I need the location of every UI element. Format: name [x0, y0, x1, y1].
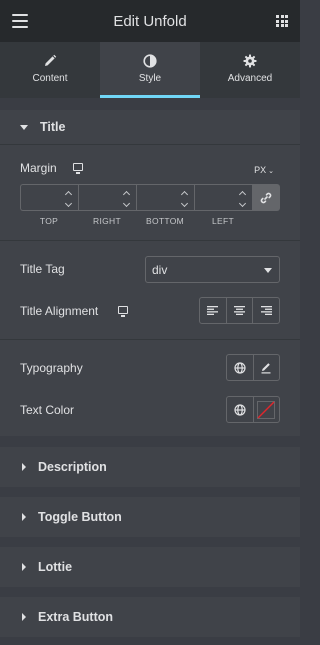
- link-values-button[interactable]: [252, 184, 280, 211]
- tab-label: Content: [32, 73, 68, 84]
- section-label: Description: [38, 460, 107, 474]
- text-color-controls: [226, 396, 280, 423]
- section-title-header[interactable]: Title: [0, 110, 300, 144]
- margin-left-input[interactable]: [194, 184, 252, 211]
- globe-icon: [234, 403, 246, 416]
- global-color-button[interactable]: [227, 397, 254, 422]
- link-icon: [260, 192, 272, 203]
- align-center-icon: [234, 306, 245, 315]
- contrast-icon: [143, 54, 157, 68]
- field-label: LEFT: [212, 216, 234, 226]
- monitor-icon[interactable]: [73, 163, 83, 174]
- align-right-button[interactable]: [253, 298, 279, 323]
- field-label: BOTTOM: [145, 216, 184, 226]
- tab-advanced[interactable]: Advanced: [200, 42, 300, 98]
- edit-typography-button[interactable]: [254, 355, 280, 380]
- title-tag-select[interactable]: div: [145, 256, 280, 283]
- unit-label: PX: [254, 165, 267, 175]
- chevron-down-icon: ⌄: [268, 168, 274, 175]
- divider: [0, 144, 300, 145]
- caret-right-icon: [22, 563, 26, 571]
- section-toggle-button[interactable]: Toggle Button: [0, 497, 300, 537]
- section-label: Toggle Button: [38, 510, 122, 524]
- monitor-icon[interactable]: [118, 306, 128, 317]
- spinner-icon[interactable]: [122, 190, 131, 208]
- margin-dimensions: [20, 184, 280, 211]
- divider: [0, 240, 300, 241]
- title-tag-label: Title Tag: [20, 262, 65, 276]
- section-extra-button[interactable]: Extra Button: [0, 597, 300, 637]
- caret-right-icon: [22, 613, 26, 621]
- title-alignment-label: Title Alignment: [20, 304, 99, 318]
- align-left-icon: [207, 306, 219, 315]
- text-color-label: Text Color: [20, 403, 75, 417]
- tab-label: Advanced: [227, 73, 273, 84]
- field-label: RIGHT: [93, 216, 121, 226]
- section-label: Title: [40, 120, 66, 134]
- globe-icon: [234, 361, 246, 374]
- spinner-icon[interactable]: [64, 190, 73, 208]
- apps-grid-icon[interactable]: [276, 15, 288, 27]
- hamburger-icon[interactable]: [12, 14, 28, 28]
- spinner-icon[interactable]: [238, 190, 247, 208]
- editor-header: Edit Unfold: [0, 0, 300, 42]
- align-left-button[interactable]: [200, 298, 227, 323]
- section-label: Lottie: [38, 560, 73, 574]
- pencil-icon: [261, 362, 271, 373]
- margin-right-input[interactable]: [78, 184, 136, 211]
- caret-right-icon: [22, 463, 26, 471]
- gear-icon: [243, 54, 257, 68]
- caret-down-icon: [20, 124, 28, 130]
- caret-right-icon: [22, 513, 26, 521]
- tab-label: Style: [138, 73, 162, 84]
- margin-bottom-input[interactable]: [136, 184, 194, 211]
- typography-label: Typography: [20, 361, 83, 375]
- panel-tabs: Content Style Advanced: [0, 42, 300, 98]
- global-typography-button[interactable]: [227, 355, 254, 380]
- pencil-icon: [45, 54, 57, 66]
- unit-selector[interactable]: PX ⌄: [254, 165, 274, 175]
- margin-top-input[interactable]: [20, 184, 78, 211]
- section-lottie[interactable]: Lottie: [0, 547, 300, 587]
- margin-field-labels: TOP RIGHT BOTTOM LEFT: [20, 216, 280, 226]
- typography-controls: [226, 354, 280, 381]
- no-color-swatch-icon: [257, 400, 276, 419]
- section-description[interactable]: Description: [0, 447, 300, 487]
- tab-content[interactable]: Content: [0, 42, 100, 98]
- section-label: Extra Button: [38, 610, 113, 624]
- color-picker-button[interactable]: [254, 397, 280, 422]
- field-label: TOP: [39, 216, 59, 226]
- spinner-icon[interactable]: [180, 190, 189, 208]
- align-right-icon: [260, 306, 272, 315]
- divider: [0, 339, 300, 340]
- margin-label: Margin: [20, 161, 57, 175]
- select-value: div: [152, 263, 168, 277]
- align-center-button[interactable]: [227, 298, 254, 323]
- caret-down-icon: [264, 268, 272, 273]
- tab-style[interactable]: Style: [100, 42, 200, 98]
- alignment-choices: [199, 297, 280, 324]
- panel-title: Edit Unfold: [113, 12, 187, 30]
